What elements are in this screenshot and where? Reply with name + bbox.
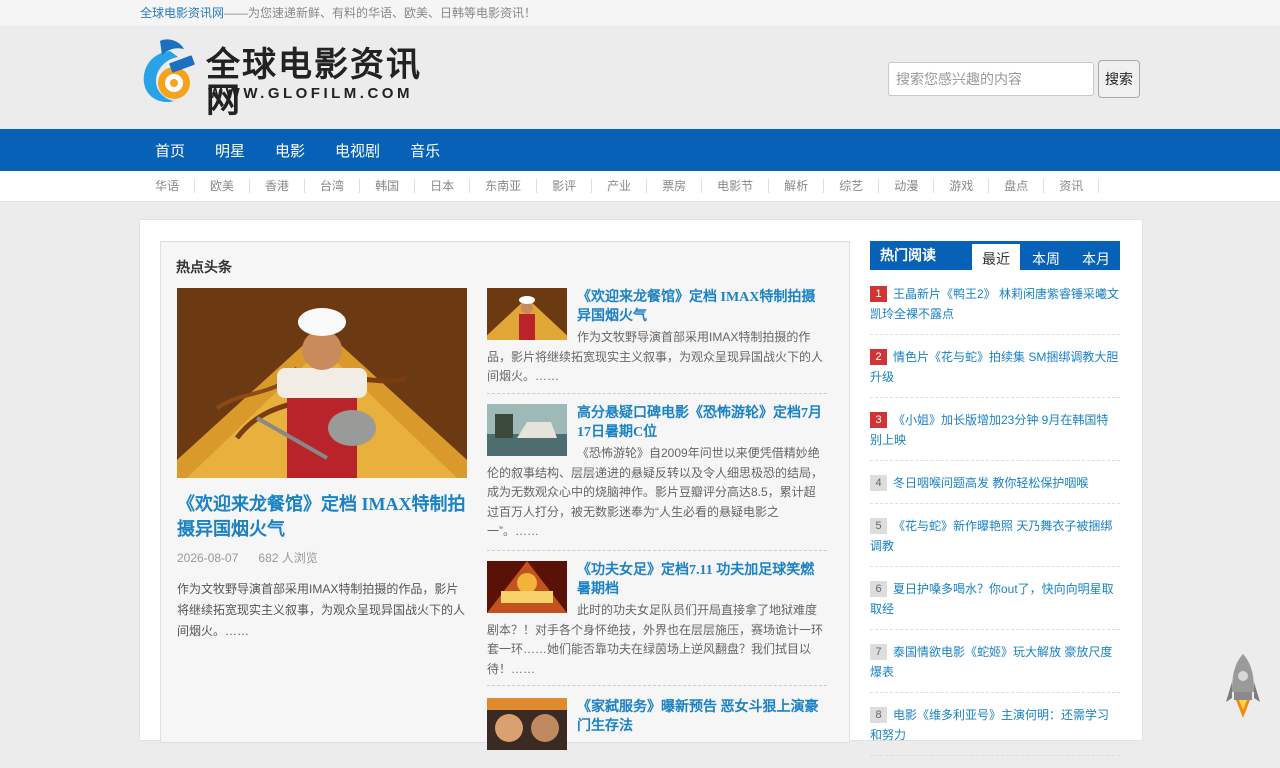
headline-title-link[interactable]: 《功夫女足》定档7.11 功夫加足球笑燃暑期档	[577, 561, 827, 599]
header: 全球电影资讯网 WWW.GLOFILM.COM 搜索	[0, 27, 1280, 129]
subnav-item[interactable]: 电影节	[702, 179, 770, 193]
subnav-item[interactable]: 资讯	[1044, 179, 1100, 193]
headline-item: 《家弑服务》曝新预告 恶女斗狠上演豪门生存法	[487, 698, 827, 758]
subnav-item[interactable]: 综艺	[824, 179, 880, 193]
nav-item-home[interactable]: 首页	[140, 129, 200, 175]
search-box: 搜索	[888, 60, 1140, 98]
popular-reading-title: 热门阅读	[880, 247, 936, 263]
featured-title-link[interactable]: 《欢迎来龙餐馆》定档 IMAX特制拍摄异国烟火气	[177, 492, 469, 542]
subnav-item[interactable]: 产业	[592, 179, 648, 193]
subnav-item[interactable]: 动漫	[879, 179, 935, 193]
main-content: 热点头条 《欢迎来龙餐馆》定档 IMAX特制拍摄异国烟火气 2026-08-07…	[139, 219, 1143, 756]
subnav-item[interactable]: 香港	[250, 179, 306, 193]
headline-thumbnail[interactable]	[487, 698, 567, 750]
headline-item: 《功夫女足》定档7.11 功夫加足球笑燃暑期档 此时的功夫女足队员们开局直接拿了…	[487, 561, 827, 686]
featured-views: 682 人浏览	[258, 551, 318, 565]
rank-badge: 3	[870, 412, 887, 428]
headline-title-link[interactable]: 《家弑服务》曝新预告 恶女斗狠上演豪门生存法	[577, 698, 827, 736]
subnav-item[interactable]: 盘点	[989, 179, 1045, 193]
subnav-item[interactable]: 韩国	[360, 179, 416, 193]
main-nav: 首页 明星 电影 电视剧 音乐	[0, 129, 1280, 171]
subnav-item[interactable]: 票房	[647, 179, 703, 193]
list-item[interactable]: 2 情色片《花与蛇》拍续集 SM捆绑调教大胆升级	[870, 347, 1120, 398]
hot-headlines-title: 热点头条	[176, 259, 232, 275]
subnav-item[interactable]: 华语	[140, 179, 196, 193]
rank-badge: 1	[870, 286, 887, 302]
popular-reading-panel: 热门阅读 最近 本周 本月 1 王晶新片《鸭王2》 林莉闲唐紫睿锤采曦文凯玲全裸不…	[870, 241, 1120, 768]
search-button[interactable]: 搜索	[1098, 60, 1140, 98]
list-item[interactable]: 5 《花与蛇》新作曝艳照 天乃舞衣子被捆绑调教	[870, 516, 1120, 567]
featured-image[interactable]	[177, 288, 467, 478]
topbar-slogan: ——为您速递新鲜、有料的华语、欧美、日韩等电影资讯！	[224, 6, 537, 20]
subnav-item[interactable]: 日本	[415, 179, 471, 193]
logo-wordmark: 全球电影资讯网	[206, 46, 422, 120]
headline-description: 《恐怖游轮》自2009年问世以来便凭借精妙绝伦的叙事结构、层层递进的悬疑反转以及…	[487, 446, 824, 538]
list-item[interactable]: 1 王晶新片《鸭王2》 林莉闲唐紫睿锤采曦文凯玲全裸不露点	[870, 284, 1120, 335]
subnav-item[interactable]: 欧美	[195, 179, 251, 193]
subnav-item[interactable]: 东南亚	[470, 179, 538, 193]
sub-nav: 华语 欧美 香港 台湾 韩国 日本 东南亚 影评 产业 票房 电影节 解析 综艺…	[0, 171, 1280, 202]
nav-item-tv[interactable]: 电视剧	[320, 129, 395, 175]
popular-reading-list: 1 王晶新片《鸭王2》 林莉闲唐紫睿锤采曦文凯玲全裸不露点 2 情色片《花与蛇》拍续…	[870, 284, 1120, 756]
tab-recent[interactable]: 最近	[972, 244, 1020, 270]
nav-item-music[interactable]: 音乐	[395, 129, 455, 175]
list-item[interactable]: 3 《小姐》加长版增加23分钟 9月在韩国特别上映	[870, 410, 1120, 461]
headline-thumbnail[interactable]	[487, 561, 567, 613]
headline-thumbnail[interactable]	[487, 404, 567, 456]
popular-reading-tabs: 最近 本周 本月	[970, 244, 1120, 270]
rank-badge: 5	[870, 518, 887, 534]
headline-thumbnail[interactable]	[487, 288, 567, 340]
headline-item: 《欢迎来龙餐馆》定档 IMAX特制拍摄异国烟火气 作为文牧野导演首部采用IMAX…	[487, 288, 827, 394]
rank-badge: 7	[870, 644, 887, 660]
logo-url: WWW.GLOFILM.COM	[208, 85, 413, 102]
list-item[interactable]: 6 夏日护嗓多喝水？你out了，快向向明星取取经	[870, 579, 1120, 630]
headline-title-link[interactable]: 《欢迎来龙餐馆》定档 IMAX特制拍摄异国烟火气	[577, 288, 827, 326]
featured-description: 作为文牧野导演首部采用IMAX特制拍摄的作品，影片将继续拓宽现实主义叙事，为观众…	[177, 582, 466, 638]
nav-item-movies[interactable]: 电影	[260, 129, 320, 175]
film-reel-icon	[143, 39, 195, 103]
search-input[interactable]	[888, 62, 1094, 96]
nav-item-stars[interactable]: 明星	[200, 129, 260, 175]
list-item[interactable]: 8 电影《维多利亚号》主演何明：还需学习和努力	[870, 705, 1120, 756]
rank-badge: 8	[870, 707, 887, 723]
headline-title-link[interactable]: 高分悬疑口碑电影《恐怖游轮》定档7月17日暑期C位	[577, 404, 827, 442]
rank-badge: 4	[870, 475, 887, 491]
top-bar: 全球电影资讯网——为您速递新鲜、有料的华语、欧美、日韩等电影资讯！	[0, 0, 1280, 27]
headline-item: 高分悬疑口碑电影《恐怖游轮》定档7月17日暑期C位 《恐怖游轮》自2009年问世…	[487, 404, 827, 551]
popular-reading-header: 热门阅读 最近 本周 本月	[870, 241, 1120, 270]
list-item[interactable]: 4 冬日咽喉问题高发 教你轻松保护咽喉	[870, 473, 1120, 504]
subnav-item[interactable]: 解析	[769, 179, 825, 193]
rank-badge: 2	[870, 349, 887, 365]
subnav-item[interactable]: 台湾	[305, 179, 361, 193]
rank-badge: 6	[870, 581, 887, 597]
hot-headlines-panel: 热点头条 《欢迎来龙餐馆》定档 IMAX特制拍摄异国烟火气 2026-08-07…	[160, 241, 850, 750]
featured-date: 2026-08-07	[177, 551, 239, 565]
back-to-top-rocket-icon[interactable]	[1226, 652, 1260, 720]
featured-meta: 2026-08-07 682 人浏览	[177, 549, 318, 566]
topbar-site-link[interactable]: 全球电影资讯网	[140, 6, 224, 20]
site-logo[interactable]: 全球电影资讯网 WWW.GLOFILM.COM	[140, 37, 440, 119]
tab-month[interactable]: 本月	[1072, 244, 1120, 270]
subnav-item[interactable]: 游戏	[934, 179, 990, 193]
subnav-item[interactable]: 影评	[537, 179, 593, 193]
tab-week[interactable]: 本周	[1022, 244, 1070, 270]
list-item[interactable]: 7 泰国情欲电影《蛇姬》玩大解放 豪放尺度爆表	[870, 642, 1120, 693]
